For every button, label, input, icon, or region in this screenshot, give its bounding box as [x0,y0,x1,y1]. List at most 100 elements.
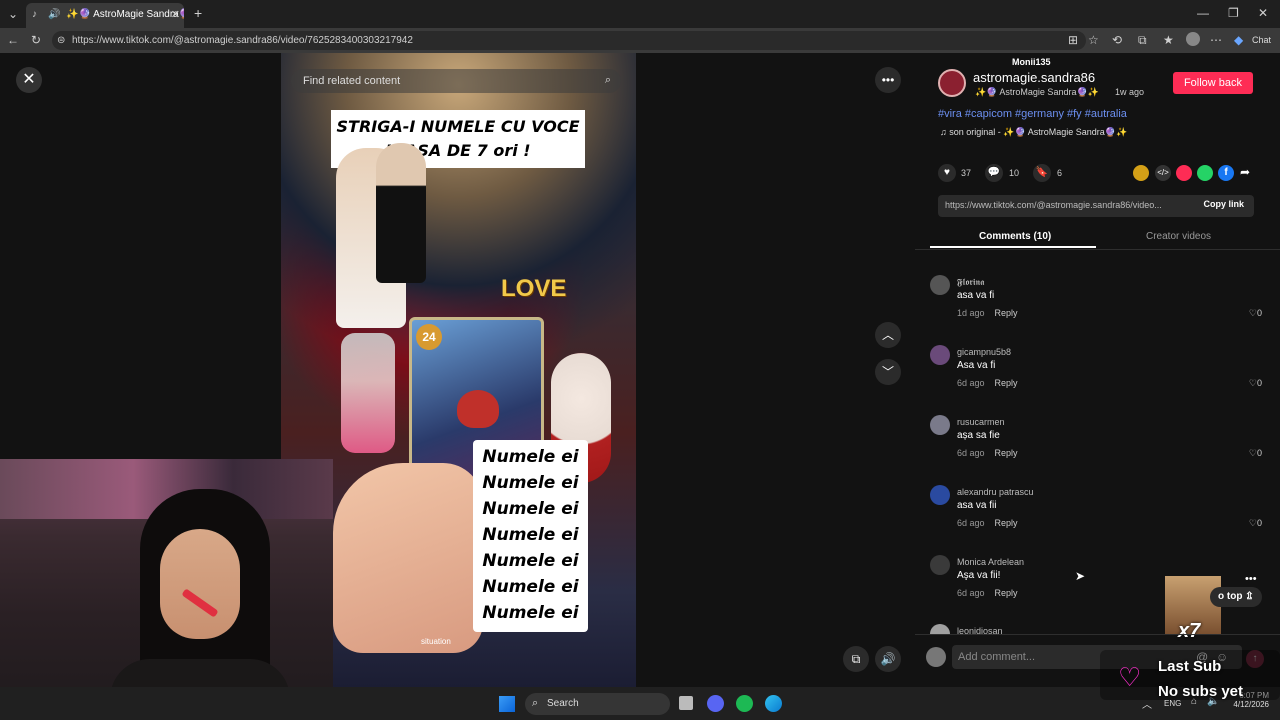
creator-avatar[interactable] [938,69,966,97]
comment-like[interactable]: ♡0 [1249,518,1262,529]
taskbar-search[interactable]: ⌕ Search [525,693,670,715]
avatar[interactable] [930,485,950,505]
comment-like-count: 0 [1256,518,1262,528]
related-search-bar[interactable]: Find related content ⌕ [291,69,621,93]
panel-more-icon[interactable]: ••• [1245,573,1257,585]
comment-username[interactable]: 𝕱𝖑𝖔𝖗𝖎𝖓𝖆 [957,277,984,288]
browser-tab[interactable]: ♪ 🔊 ✨🔮 AstroMagie Sandra🔮✨ ✕ [26,3,184,28]
bookmark-icon[interactable]: 🔖 [1033,164,1051,182]
more-menu-icon[interactable]: ⋯ [1210,33,1222,47]
situation-text: situation [421,637,451,646]
share-arrow-icon[interactable]: ➦ [1240,165,1250,179]
comment-username[interactable]: leonidiosan [957,626,1003,634]
task-view-icon[interactable] [679,696,693,710]
music-note-icon: ♫ [940,127,950,137]
copilot-icon[interactable]: ◆ [1234,33,1243,47]
app-available-icon[interactable]: ⊞ [1068,33,1078,47]
previous-video-icon[interactable]: ︿ [875,322,901,348]
tab-creator-videos[interactable]: Creator videos [1146,231,1211,242]
post-age: 1w ago [1115,87,1145,97]
avatar[interactable] [930,275,950,295]
comment-username[interactable]: rusucarmen [957,417,1005,427]
reply-button[interactable]: Reply [995,588,1018,598]
hand [333,463,483,653]
extensions-icon[interactable]: ⟲ [1112,33,1122,47]
comment-username[interactable]: gicampnu5b8 [957,347,1011,357]
refresh-icon[interactable]: ↻ [31,33,41,47]
audio-playing-icon[interactable]: 🔊 [48,8,60,22]
send-icon[interactable] [1176,165,1192,181]
minimize-icon[interactable]: — [1197,6,1209,20]
comment-like[interactable]: ♡0 [1249,378,1262,389]
avatar[interactable] [930,415,950,435]
share-coin-icon[interactable] [1133,165,1149,181]
chat-label[interactable]: Chat [1252,35,1271,45]
comment-username[interactable]: alexandru patrascu [957,487,1034,497]
next-video-icon[interactable]: ﹀ [875,359,901,385]
close-window-icon[interactable]: ✕ [1258,6,1268,20]
creator-username[interactable]: astromagie.sandra86 [973,70,1095,85]
search-icon: ⌕ [532,697,539,709]
facebook-icon[interactable]: f [1218,165,1234,181]
favorites-icon[interactable]: ★ [1163,33,1174,47]
tab-list-icon[interactable]: ⌄ [8,7,18,21]
back-to-top-button[interactable]: o top ⇫ [1210,587,1262,607]
favorite-star-icon[interactable]: ☆ [1088,33,1099,47]
avatar[interactable] [930,624,950,634]
tiktok-favicon-icon: ♪ [32,9,37,20]
edge-icon[interactable] [765,695,782,712]
comment-age: 6d ago [957,448,985,458]
like-icon[interactable]: ♥ [938,164,956,182]
follow-back-button[interactable]: Follow back [1173,72,1253,94]
reply-button[interactable]: Reply [995,448,1018,458]
reply-button[interactable]: Reply [995,308,1018,318]
reply-button[interactable]: Reply [995,518,1018,528]
avatar[interactable] [930,345,950,365]
reply-button[interactable]: Reply [995,378,1018,388]
url-field[interactable]: ⊜ https://www.tiktok.com/@astromagie.san… [52,31,1086,50]
video-player[interactable]: Find related content ⌕ STRIGA-I NUMELE C… [281,53,636,687]
comment-age: 6d ago [957,378,985,388]
discord-icon[interactable] [707,695,724,712]
embed-icon[interactable]: </> [1155,165,1171,181]
post-sound[interactable]: ♫ son original - ✨🔮 AstroMagie Sandra🔮✨ [940,127,1127,138]
post-hashtags[interactable]: #vira #capicom #germany #fy #autralia [938,108,1127,120]
maximize-icon[interactable]: ❐ [1228,6,1239,20]
whatsapp-icon[interactable] [1197,165,1213,181]
profile-avatar[interactable] [1186,32,1200,46]
sub-multiplier: x7 [1178,620,1201,642]
link-preview-text: https://www.tiktok.com/@astromagie.sandr… [945,200,1162,210]
more-options-icon[interactable]: ••• [875,67,901,93]
avatar[interactable] [930,555,950,575]
start-button-icon[interactable] [499,696,515,712]
language-indicator[interactable]: ENG [1164,699,1181,708]
search-icon[interactable]: ⌕ [605,74,611,87]
comment-like[interactable]: ♡0 [1249,448,1262,459]
name-line: Numele ei [482,525,579,545]
spotify-icon[interactable] [736,695,753,712]
split-screen-icon[interactable]: ⧉ [1138,33,1147,47]
last-sub-label: Last Sub [1158,658,1222,675]
comment-icon[interactable]: 💬 [985,164,1003,182]
close-tab-icon[interactable]: ✕ [171,8,180,22]
site-info-icon[interactable]: ⊜ [57,34,65,48]
name-line: Numele ei [482,603,579,623]
related-search-placeholder: Find related content [303,75,401,87]
copy-link-button[interactable]: Copy link [1203,199,1244,209]
heart-icon: ♡ [1248,378,1257,388]
close-video-icon[interactable]: ✕ [16,67,42,93]
picture-in-picture-icon[interactable]: ⧉ [843,646,869,672]
comment-like[interactable]: ♡0 [1249,308,1262,319]
input-divider [915,634,1280,635]
name-line: Numele ei [482,473,579,493]
save-count: 6 [1057,168,1063,178]
name-repeat-box: Numele ei Numele ei Numele ei Numele ei … [473,440,588,632]
back-icon[interactable]: ← [7,33,19,47]
my-avatar [926,647,946,667]
new-tab-icon[interactable]: + [194,6,202,20]
volume-icon[interactable]: 🔊 [875,646,901,672]
like-count: 37 [961,168,972,178]
tab-comments[interactable]: Comments (10) [979,231,1051,242]
comment-username[interactable]: Monica Ardelean [957,557,1024,567]
link-field[interactable]: https://www.tiktok.com/@astromagie.sandr… [938,195,1254,217]
